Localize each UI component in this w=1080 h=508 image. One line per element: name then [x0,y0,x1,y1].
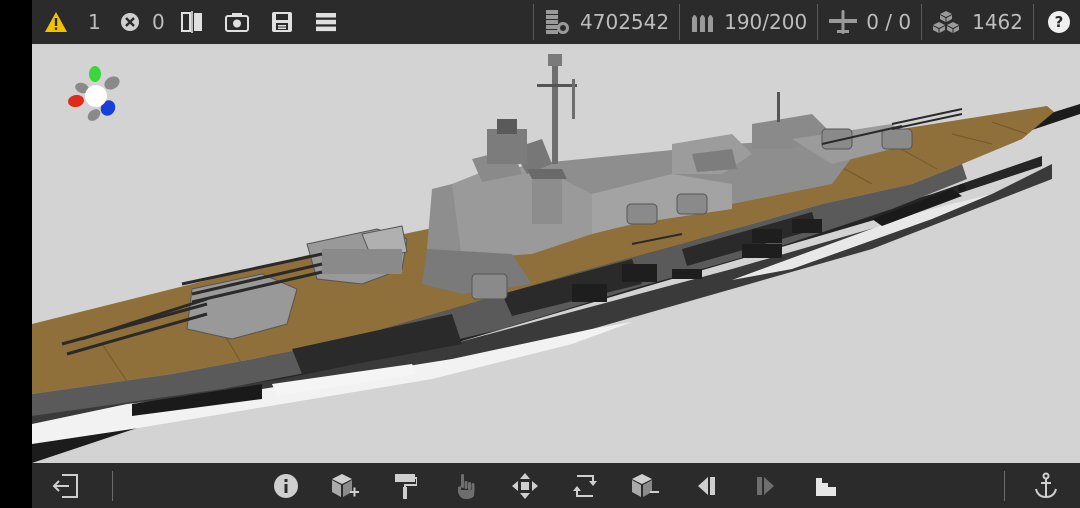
mirror-button[interactable] [170,0,214,44]
rotate-icon [571,472,599,500]
exit-icon [52,473,80,499]
error-icon [120,12,140,32]
errors-button[interactable]: 0 [104,0,170,44]
parts-icon [932,10,960,34]
divider [1033,4,1034,40]
hand-icon [454,472,476,500]
ammo-value: 190/200 [724,10,808,34]
cost-icon [544,8,570,36]
move-button[interactable] [510,471,540,501]
move-icon [511,472,539,500]
divider [1004,471,1005,501]
divider [921,4,923,40]
rotate-button[interactable] [570,471,600,501]
divider [679,4,681,40]
warnings-button[interactable]: 1 [32,0,104,44]
anchor-button[interactable] [1031,471,1061,501]
anchor-icon [1033,472,1059,500]
help-button[interactable]: ? [1040,0,1080,44]
exit-button[interactable] [51,471,81,501]
3d-viewport[interactable] [32,44,1080,463]
info-button[interactable] [271,471,301,501]
ship-model[interactable] [32,44,1080,463]
aircraft-icon [828,9,858,35]
warning-icon [44,11,68,33]
ammo-icon [690,10,716,34]
menu-button[interactable] [304,0,348,44]
save-button[interactable] [260,0,304,44]
previous-button[interactable] [692,471,722,501]
remove-part-button[interactable] [630,471,660,501]
dock-icon [814,474,838,498]
help-icon: ? [1048,11,1070,33]
left-tools: 1 0 [32,0,348,44]
camera-icon [225,11,249,33]
mirror-icon [180,10,204,34]
remove-part-icon [630,472,660,500]
cost-value: 4702542 [580,10,670,34]
next-button[interactable] [750,471,780,501]
parts-value: 1462 [972,10,1023,34]
bottom-toolbar [32,463,1080,508]
add-part-icon [330,472,360,500]
parts-indicator[interactable]: 1462 [928,0,1027,44]
add-part-button[interactable] [330,471,360,501]
save-icon [271,11,293,33]
aircraft-value: 0 / 0 [866,10,912,34]
errors-count: 0 [152,10,165,34]
previous-icon [696,475,718,497]
top-toolbar: 1 0 4702542 190/200 0 / 0 1462 ? [32,0,1080,44]
paint-roller-icon [393,472,417,500]
aircraft-indicator[interactable]: 0 / 0 [824,0,915,44]
divider [533,4,535,40]
ammo-indicator[interactable]: 190/200 [686,0,811,44]
cost-indicator[interactable]: 4702542 [540,0,673,44]
next-icon [754,475,776,497]
select-button[interactable] [450,471,480,501]
warnings-count: 1 [88,10,101,34]
screenshot-button[interactable] [214,0,260,44]
divider [112,471,113,501]
menu-icon [315,12,337,32]
dock-button[interactable] [811,471,841,501]
info-icon [273,473,299,499]
divider [817,4,819,40]
paint-button[interactable] [390,471,420,501]
